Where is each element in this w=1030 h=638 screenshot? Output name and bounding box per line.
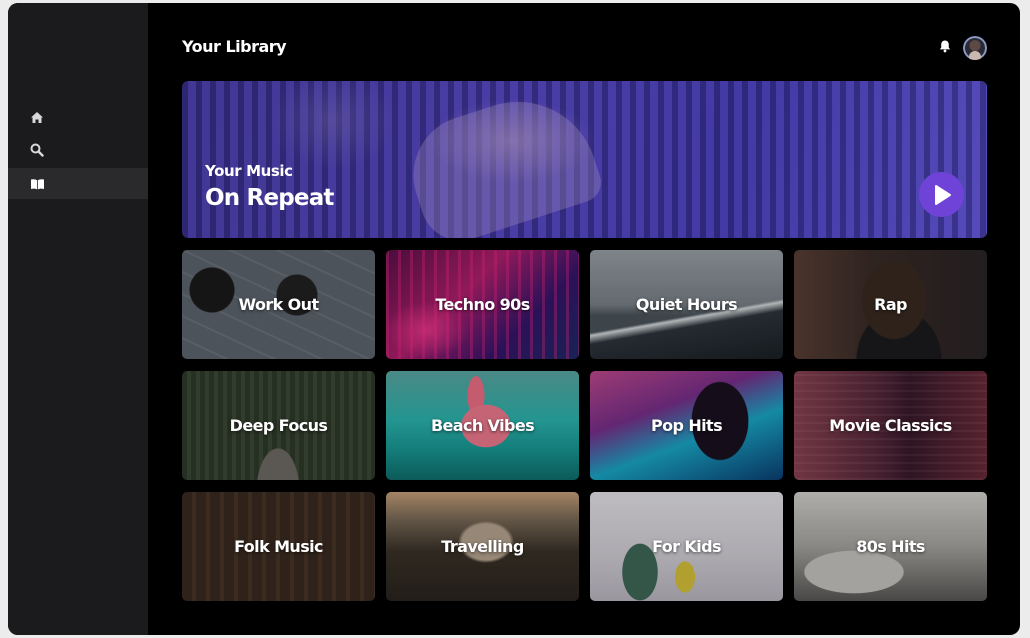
playlist-label: Movie Classics <box>829 416 952 435</box>
playlist-label: Pop Hits <box>651 416 723 435</box>
app-window: Your Library Your Music On Repeat Work O… <box>8 3 1020 635</box>
playlist-label: 80s Hits <box>856 537 925 556</box>
sidebar-item-library[interactable] <box>8 168 148 199</box>
playlist-tile-quiet-hours[interactable]: Quiet Hours <box>590 250 783 359</box>
playlist-tile-folk-music[interactable]: Folk Music <box>182 492 375 601</box>
on-repeat-banner[interactable]: Your Music On Repeat <box>182 81 987 238</box>
playlist-label: Beach Vibes <box>430 416 535 435</box>
playlist-label: For Kids <box>652 537 721 556</box>
page-title: Your Library <box>182 37 287 56</box>
playlist-tile-techno-90s[interactable]: Techno 90s <box>386 250 579 359</box>
playlist-tile-pop-hits[interactable]: Pop Hits <box>590 371 783 480</box>
playlist-tile-deep-focus[interactable]: Deep Focus <box>182 371 375 480</box>
playlist-label: Rap <box>874 295 907 314</box>
library-book-icon <box>31 178 44 189</box>
hero-title: On Repeat <box>205 185 334 211</box>
sidebar-item-home[interactable] <box>8 102 148 133</box>
home-icon <box>31 112 43 123</box>
search-icon <box>30 143 44 157</box>
play-icon <box>934 184 951 205</box>
playlist-label: Folk Music <box>234 537 323 556</box>
playlist-tile-movie-classics[interactable]: Movie Classics <box>794 371 987 480</box>
playlist-tile-80s-hits[interactable]: 80s Hits <box>794 492 987 601</box>
main-content: Your Library Your Music On Repeat Work O… <box>148 3 1020 635</box>
playlist-tile-beach-vibes[interactable]: Beach Vibes <box>386 371 579 480</box>
hero-subtitle: Your Music <box>205 162 293 180</box>
sidebar-item-search[interactable] <box>8 134 148 165</box>
playlist-label: Travelling <box>441 537 524 556</box>
sidebar <box>8 3 148 635</box>
play-button[interactable] <box>919 172 964 217</box>
playlist-label: Work Out <box>238 295 319 314</box>
bell-icon[interactable] <box>938 39 952 53</box>
playlist-tile-for-kids[interactable]: For Kids <box>590 492 783 601</box>
user-avatar[interactable] <box>963 36 987 60</box>
playlist-tile-rap[interactable]: Rap <box>794 250 987 359</box>
playlist-tile-travelling[interactable]: Travelling <box>386 492 579 601</box>
playlist-tile-work-out[interactable]: Work Out <box>182 250 375 359</box>
playlist-label: Techno 90s <box>435 295 530 314</box>
playlist-label: Quiet Hours <box>635 295 738 314</box>
playlist-label: Deep Focus <box>229 416 328 435</box>
